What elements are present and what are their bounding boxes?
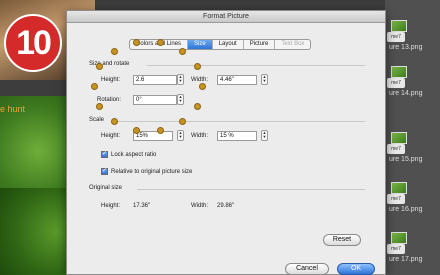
annotation-dot	[178, 47, 186, 55]
reset-button[interactable]: Reset	[323, 234, 361, 246]
scale-width-field[interactable]: 15 %	[217, 131, 257, 141]
annotation-dot	[91, 83, 98, 90]
file-list-item[interactable]: me7 ure 14.png	[385, 60, 440, 106]
rotation-stepper[interactable]: ▲ ▼	[177, 94, 184, 105]
divider	[111, 121, 365, 122]
file-thumbnail	[391, 66, 407, 78]
tab-size[interactable]: Size	[188, 40, 213, 49]
file-badge: me7	[387, 144, 405, 154]
file-list-item[interactable]: me7 ure 16.png	[385, 176, 440, 222]
rotation-field[interactable]: 0°	[133, 95, 177, 105]
height-field[interactable]: 2.6	[133, 75, 177, 85]
file-list-item[interactable]: me7 ure 13.png	[385, 14, 440, 60]
file-thumbnail	[391, 20, 407, 32]
scale-height-stepper[interactable]: ▲ ▼	[177, 130, 184, 141]
tab-picture[interactable]: Picture	[244, 40, 276, 49]
relative-original-checkbox[interactable]: ✓	[101, 168, 108, 175]
file-name: ure 13.png	[389, 44, 423, 51]
relative-original-label: Relative to original picture size	[111, 169, 193, 175]
section-original-size: Original size	[89, 185, 123, 191]
file-name: ure 16.png	[389, 206, 423, 213]
ok-button[interactable]: OK	[337, 263, 375, 275]
file-name: ure 15.png	[389, 156, 423, 163]
original-width-label: Width:	[191, 203, 209, 209]
scale-height-label: Height:	[101, 133, 121, 139]
annotation-dot	[132, 126, 140, 134]
tab-layout[interactable]: Layout	[213, 40, 244, 49]
original-width-value: 29.86"	[217, 203, 235, 209]
file-list-panel: me7 ure 13.png me7 ure 14.png me7 ure 15…	[385, 0, 440, 275]
annotation-dot	[157, 126, 165, 134]
file-badge: me7	[387, 32, 405, 42]
height-label: Height:	[101, 77, 121, 83]
cancel-button[interactable]: Cancel	[285, 263, 329, 275]
step-number-badge: 10	[4, 14, 62, 72]
file-badge: me7	[387, 78, 405, 88]
lock-aspect-label: Lock aspect ratio	[111, 152, 157, 158]
scale-width-label: Width:	[191, 133, 209, 139]
width-label: Width:	[191, 77, 209, 83]
original-height-label: Height:	[101, 203, 121, 209]
original-height-value: 17.36"	[133, 203, 151, 209]
annotation-dot	[193, 102, 201, 110]
file-badge: me7	[387, 194, 405, 204]
annotation-dot	[178, 118, 186, 126]
tab-text-box[interactable]: Text Box	[275, 40, 310, 49]
file-thumbnail	[391, 232, 407, 244]
divider	[137, 189, 365, 190]
file-list-item[interactable]: me7 ure 15.png	[385, 126, 440, 172]
file-name: ure 17.png	[389, 256, 423, 263]
file-list-item[interactable]: me7 ure 17.png	[385, 226, 440, 272]
dialog-title: Format Picture	[67, 11, 385, 23]
section-size-rotate: Size and rotate	[89, 61, 130, 67]
file-name: ure 14.png	[389, 90, 423, 97]
divider	[147, 65, 365, 66]
rotation-label: Rotation:	[97, 97, 122, 103]
file-thumbnail	[391, 182, 407, 194]
width-field[interactable]: 4.46"	[217, 75, 257, 85]
height-stepper[interactable]: ▲ ▼	[177, 74, 184, 85]
lock-aspect-checkbox[interactable]: ✓	[101, 151, 108, 158]
annotation-dot	[199, 83, 206, 90]
section-scale: Scale	[89, 117, 105, 123]
annotation-dot	[96, 102, 104, 110]
width-stepper[interactable]: ▲ ▼	[261, 74, 268, 85]
file-thumbnail	[391, 132, 407, 144]
background-caption: e hunt	[0, 104, 26, 114]
file-badge: me7	[387, 244, 405, 254]
scale-width-stepper[interactable]: ▲ ▼	[261, 130, 268, 141]
